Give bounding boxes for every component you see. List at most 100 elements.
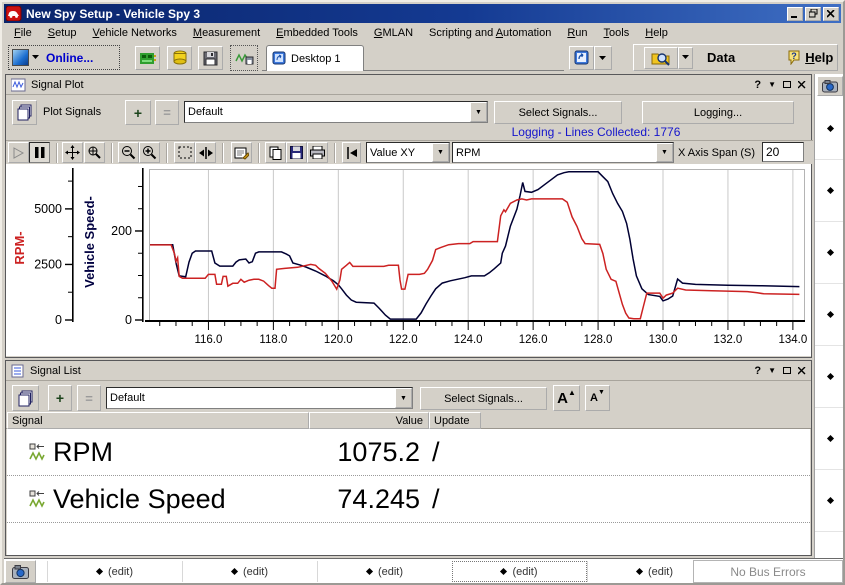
- pause-button[interactable]: [29, 142, 50, 163]
- fit-x-button[interactable]: [195, 142, 216, 163]
- zoom-in-button[interactable]: [139, 142, 160, 163]
- signal-row-vehicle-speed[interactable]: Vehicle Speed74.245/: [7, 476, 810, 523]
- pause-icon: [35, 147, 45, 158]
- help-button[interactable]: Help: [805, 50, 833, 65]
- folder-search-icon: [651, 50, 671, 66]
- panel-help-button[interactable]: ?: [754, 365, 761, 377]
- menu-embedded-tools[interactable]: Embedded Tools: [268, 25, 366, 41]
- menu-tools[interactable]: Tools: [596, 25, 638, 41]
- edit-cell-4[interactable]: (edit): [452, 561, 587, 582]
- panel-close-button[interactable]: [798, 81, 806, 89]
- tab-desktop-1[interactable]: Desktop 1: [266, 45, 364, 71]
- dock-item-1[interactable]: [815, 98, 845, 160]
- logging-button[interactable]: Logging...: [642, 101, 794, 124]
- add-list-button[interactable]: +: [48, 385, 72, 411]
- data-view-button[interactable]: [644, 47, 678, 69]
- panel-maximize-button[interactable]: [783, 81, 791, 88]
- list-select-signals-button[interactable]: Select Signals...: [420, 387, 547, 410]
- plot-signal-combo[interactable]: RPM▼: [452, 142, 674, 163]
- dock-capture-button[interactable]: [817, 76, 843, 96]
- menu-scripting-and-automation[interactable]: Scripting and Automation: [421, 25, 559, 41]
- combo-arrow-icon[interactable]: ▼: [470, 102, 487, 122]
- edit-cell-2[interactable]: (edit): [182, 561, 317, 582]
- column-header-value[interactable]: Value: [309, 412, 429, 429]
- play-button[interactable]: [8, 142, 29, 163]
- list-pages-button[interactable]: [12, 385, 39, 411]
- minimize-button[interactable]: [787, 7, 803, 21]
- dock-strip: [814, 74, 845, 558]
- column-header-update[interactable]: Update: [429, 412, 481, 429]
- close-button[interactable]: [823, 7, 839, 21]
- plot-preset-combo[interactable]: Default ▼: [184, 101, 488, 123]
- font-increase-button[interactable]: A▲: [553, 385, 580, 411]
- x-axis-span-label: X Axis Span (S): [678, 147, 755, 159]
- x-tick-label: 124.0: [454, 334, 483, 346]
- zoom-drag-button[interactable]: [84, 142, 105, 163]
- desktop-select-button[interactable]: [5, 560, 36, 583]
- panel-close-button[interactable]: [798, 367, 806, 375]
- print-icon: [310, 146, 325, 159]
- font-decrease-button[interactable]: A▼: [585, 385, 610, 411]
- menu-help[interactable]: Help: [637, 25, 676, 41]
- zoom-out-button[interactable]: [118, 142, 139, 163]
- database-button[interactable]: [167, 46, 192, 70]
- plot-chart-area[interactable]: 116.0118.0120.0122.0124.0126.0128.0130.0…: [6, 164, 811, 356]
- x-tick-label: 126.0: [519, 334, 548, 346]
- bus-status: No Bus Errors: [693, 560, 843, 583]
- plot-pages-button[interactable]: [12, 100, 37, 125]
- panel-maximize-button[interactable]: [783, 367, 791, 374]
- reset-x-button[interactable]: [342, 142, 361, 163]
- print-button[interactable]: [307, 142, 328, 163]
- plot-canvas[interactable]: 116.0118.0120.0122.0124.0126.0128.0130.0…: [6, 164, 811, 356]
- edit-cell-3[interactable]: (edit): [317, 561, 452, 582]
- plot-mode-combo[interactable]: Value XY▼: [366, 142, 450, 163]
- remove-list-button[interactable]: =: [77, 385, 101, 411]
- signal-row-rpm[interactable]: RPM1075.2/: [7, 429, 810, 476]
- hardware-button[interactable]: [135, 46, 160, 70]
- log-signal-button[interactable]: [230, 45, 258, 71]
- edit-cell-1[interactable]: (edit): [47, 561, 182, 582]
- save-plot-button[interactable]: [286, 142, 307, 163]
- select-signals-button[interactable]: Select Signals...: [494, 101, 622, 124]
- menu-gmlan[interactable]: GMLAN: [366, 25, 421, 41]
- copy-button[interactable]: [265, 142, 286, 163]
- panel-pin-button[interactable]: ▼: [768, 366, 776, 375]
- dock-item-list: [815, 98, 845, 585]
- column-header-signal[interactable]: Signal: [7, 412, 309, 429]
- select-region-button[interactable]: [174, 142, 195, 163]
- dock-item-4[interactable]: [815, 284, 845, 346]
- pan-button[interactable]: [62, 142, 83, 163]
- list-preset-combo[interactable]: Default▼: [106, 387, 413, 409]
- dock-item-7[interactable]: [815, 470, 845, 532]
- refresh-desktop-button[interactable]: [569, 46, 594, 70]
- bullet-icon: [500, 568, 507, 575]
- bullet-icon: [636, 568, 643, 575]
- refresh-dropdown-button[interactable]: [594, 46, 612, 70]
- menu-file[interactable]: File: [6, 25, 40, 41]
- online-label: Online...: [46, 51, 93, 65]
- add-plot-button[interactable]: +: [125, 100, 151, 125]
- panel-pin-button[interactable]: ▼: [768, 80, 776, 89]
- remove-plot-button[interactable]: =: [155, 100, 179, 125]
- dock-item-3[interactable]: [815, 222, 845, 284]
- menu-setup[interactable]: Setup: [40, 25, 85, 41]
- dock-item-6[interactable]: [815, 408, 845, 470]
- menu-measurement[interactable]: Measurement: [185, 25, 268, 41]
- panel-help-button[interactable]: ?: [754, 79, 761, 91]
- signal-list-icon: [11, 364, 25, 378]
- online-button[interactable]: Online...: [8, 45, 120, 70]
- chevron-down-icon: [32, 55, 40, 60]
- data-view-dropdown[interactable]: [678, 47, 693, 69]
- plot-properties-button[interactable]: [231, 142, 252, 163]
- menu-vehicle-networks[interactable]: Vehicle Networks: [85, 25, 185, 41]
- stacked-pages-icon: [18, 390, 34, 407]
- menu-run[interactable]: Run: [559, 25, 595, 41]
- restore-button[interactable]: [805, 7, 821, 21]
- x-tick-label: 118.0: [259, 334, 287, 346]
- edit-cell-label: (edit): [243, 566, 268, 578]
- save-setup-button[interactable]: [198, 46, 223, 70]
- dock-item-2[interactable]: [815, 160, 845, 222]
- x-axis-span-input[interactable]: [762, 142, 804, 162]
- dock-item-5[interactable]: [815, 346, 845, 408]
- y-tick-label: 0: [125, 313, 132, 327]
